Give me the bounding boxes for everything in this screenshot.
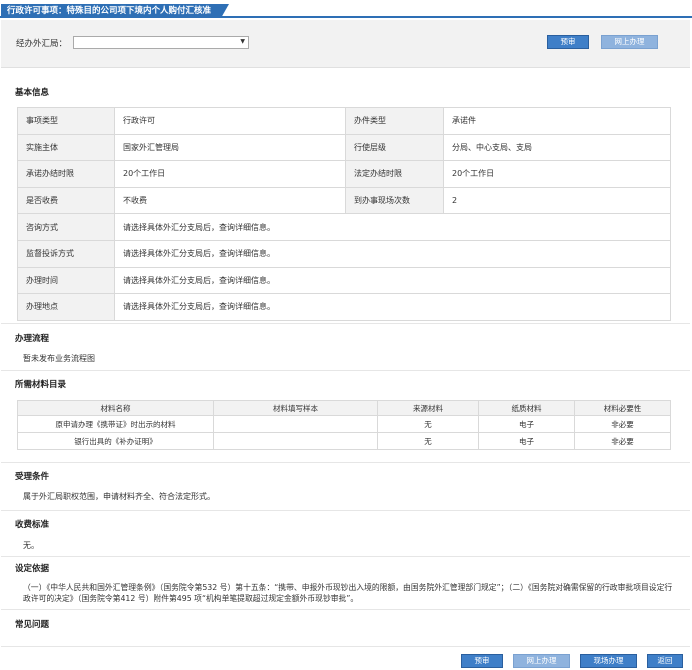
conditions-title: 受理条件 bbox=[15, 472, 50, 482]
onsite-apply-button[interactable]: 现场办理 bbox=[580, 654, 637, 668]
info-label: 办理地点 bbox=[17, 293, 115, 321]
column-header: 材料名称 bbox=[17, 400, 214, 416]
material-source: 无 bbox=[377, 415, 479, 433]
basic-info-table: 事项类型 行政许可 办件类型 承诺件 实施主体 国家外汇管理局 行使层级 分局、… bbox=[17, 107, 671, 321]
info-value: 请选择具体外汇分支局后，查询详细信息。 bbox=[114, 239, 671, 268]
material-sample bbox=[213, 415, 378, 433]
divider bbox=[1, 323, 690, 324]
info-label: 是否收费 bbox=[17, 186, 115, 215]
info-label: 咨询方式 bbox=[17, 213, 115, 241]
info-value: 不收费 bbox=[114, 186, 346, 215]
info-value: 承诺件 bbox=[443, 107, 671, 135]
divider bbox=[1, 556, 690, 557]
material-source: 无 bbox=[377, 432, 479, 450]
divider bbox=[1, 510, 690, 511]
fee-title: 收费标准 bbox=[15, 520, 50, 530]
info-value: 20个工作日 bbox=[114, 160, 346, 188]
online-apply-button-bottom[interactable]: 网上办理 bbox=[513, 654, 570, 668]
process-title: 办理流程 bbox=[15, 334, 50, 344]
material-name: 银行出具的《补办证明》 bbox=[17, 432, 214, 450]
info-value: 国家外汇管理局 bbox=[114, 133, 346, 162]
page: 行政许可事项：特殊目的公司项下境内个人购付汇核准 经办外汇局： ▼ 预审 网上办… bbox=[0, 0, 692, 670]
bureau-select-label: 经办外汇局： bbox=[16, 39, 68, 49]
faq-title: 常见问题 bbox=[15, 620, 50, 630]
materials-table: 材料名称 材料填写样本 来源材料 纸质材料 材料必要性 原申请办理《携带证》时出… bbox=[17, 400, 671, 450]
info-label: 行使层级 bbox=[345, 133, 444, 162]
material-paper: 电子 bbox=[478, 415, 575, 433]
info-value: 请选择具体外汇分支局后，查询详细信息。 bbox=[114, 266, 671, 295]
process-text: 暂未发布业务流程图 bbox=[23, 354, 95, 363]
material-paper: 电子 bbox=[478, 432, 575, 450]
table-row: 原申请办理《携带证》时出示的材料 无 电子 非必要 bbox=[17, 415, 671, 433]
info-value: 20个工作日 bbox=[443, 160, 671, 188]
info-value: 请选择具体外汇分支局后，查询详细信息。 bbox=[114, 213, 671, 241]
table-row: 办理时间 请选择具体外汇分支局后，查询详细信息。 bbox=[17, 266, 671, 295]
info-label: 法定办结时限 bbox=[345, 160, 444, 188]
table-row: 监督投诉方式 请选择具体外汇分支局后，查询详细信息。 bbox=[17, 239, 671, 268]
info-value: 2 bbox=[443, 186, 671, 215]
info-value: 分局、中心支局、支局 bbox=[443, 133, 671, 162]
back-button[interactable]: 返回 bbox=[647, 654, 683, 668]
info-label: 办理时间 bbox=[17, 266, 115, 295]
title-bar: 行政许可事项：特殊目的公司项下境内个人购付汇核准 bbox=[0, 4, 692, 18]
info-value: 请选择具体外汇分支局后，查询详细信息。 bbox=[114, 293, 671, 321]
online-apply-button[interactable]: 网上办理 bbox=[601, 35, 658, 49]
basic-info-title: 基本信息 bbox=[15, 88, 50, 98]
table-row: 银行出具的《补办证明》 无 电子 非必要 bbox=[17, 432, 671, 450]
info-label: 承诺办结时限 bbox=[17, 160, 115, 188]
bureau-select[interactable]: ▼ bbox=[73, 36, 249, 49]
divider bbox=[1, 462, 690, 463]
divider bbox=[1, 609, 690, 610]
table-row: 事项类型 行政许可 办件类型 承诺件 bbox=[17, 107, 671, 135]
column-header: 材料填写样本 bbox=[213, 400, 378, 416]
divider bbox=[1, 370, 690, 371]
table-header-row: 材料名称 材料填写样本 来源材料 纸质材料 材料必要性 bbox=[17, 400, 671, 416]
chevron-down-icon: ▼ bbox=[240, 38, 245, 45]
pre-apply-button-bottom[interactable]: 预审 bbox=[461, 654, 503, 668]
info-label: 实施主体 bbox=[17, 133, 115, 162]
material-sample bbox=[213, 432, 378, 450]
material-necessity: 非必要 bbox=[574, 415, 671, 433]
legal-basis-text: （一）《中华人民共和国外汇管理条例》（国务院令第532 号）第十五条：“携带、申… bbox=[23, 583, 673, 603]
legal-basis-title: 设定依据 bbox=[15, 564, 50, 574]
column-header: 纸质材料 bbox=[478, 400, 575, 416]
table-row: 咨询方式 请选择具体外汇分支局后，查询详细信息。 bbox=[17, 213, 671, 241]
materials-title: 所需材料目录 bbox=[15, 380, 67, 390]
info-value: 行政许可 bbox=[114, 107, 346, 135]
pre-apply-button[interactable]: 预审 bbox=[547, 35, 589, 49]
table-row: 承诺办结时限 20个工作日 法定办结时限 20个工作日 bbox=[17, 160, 671, 188]
material-name: 原申请办理《携带证》时出示的材料 bbox=[17, 415, 214, 433]
info-label: 办件类型 bbox=[345, 107, 444, 135]
info-label: 监督投诉方式 bbox=[17, 239, 115, 268]
table-row: 实施主体 国家外汇管理局 行使层级 分局、中心支局、支局 bbox=[17, 133, 671, 162]
info-label: 事项类型 bbox=[17, 107, 115, 135]
divider bbox=[1, 646, 690, 647]
column-header: 材料必要性 bbox=[574, 400, 671, 416]
material-necessity: 非必要 bbox=[574, 432, 671, 450]
fee-text: 无。 bbox=[23, 541, 39, 550]
table-row: 是否收费 不收费 到办事现场次数 2 bbox=[17, 186, 671, 215]
info-label: 到办事现场次数 bbox=[345, 186, 444, 215]
conditions-text: 属于外汇局职权范围，申请材料齐全、符合法定形式。 bbox=[23, 492, 215, 501]
table-row: 办理地点 请选择具体外汇分支局后，查询详细信息。 bbox=[17, 293, 671, 321]
column-header: 来源材料 bbox=[377, 400, 479, 416]
page-title: 行政许可事项：特殊目的公司项下境内个人购付汇核准 bbox=[1, 4, 230, 18]
